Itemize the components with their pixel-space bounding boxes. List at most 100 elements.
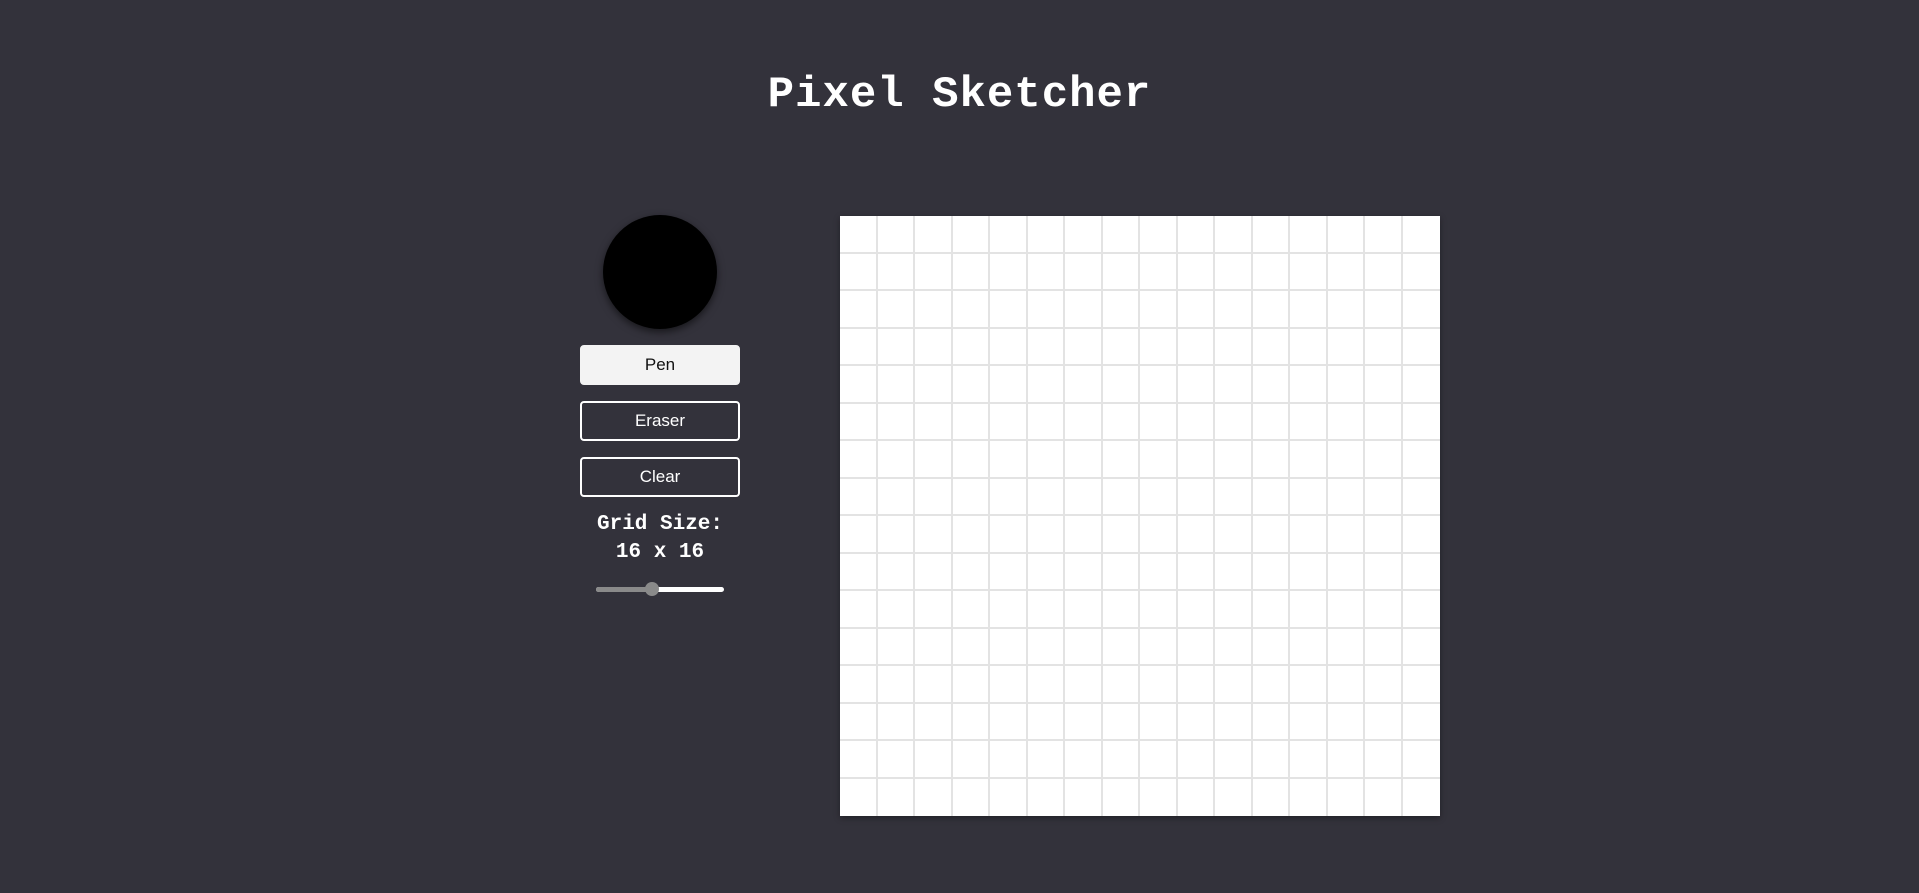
grid-cell[interactable] — [990, 628, 1028, 666]
grid-cell[interactable] — [990, 516, 1028, 554]
grid-cell[interactable] — [877, 441, 915, 479]
grid-cell[interactable] — [1402, 516, 1440, 554]
grid-cell[interactable] — [1290, 516, 1328, 554]
grid-cell[interactable] — [1327, 216, 1365, 254]
grid-cell[interactable] — [952, 216, 990, 254]
grid-cell[interactable] — [1065, 703, 1103, 741]
grid-cell[interactable] — [1365, 216, 1403, 254]
grid-cell[interactable] — [1215, 253, 1253, 291]
grid-cell[interactable] — [1290, 216, 1328, 254]
grid-cell[interactable] — [1252, 328, 1290, 366]
grid-cell[interactable] — [1290, 403, 1328, 441]
grid-cell[interactable] — [915, 328, 953, 366]
grid-cell[interactable] — [1290, 553, 1328, 591]
grid-cell[interactable] — [877, 403, 915, 441]
grid-cell[interactable] — [1402, 253, 1440, 291]
grid-cell[interactable] — [1327, 291, 1365, 329]
grid-cell[interactable] — [990, 591, 1028, 629]
grid-cell[interactable] — [1290, 741, 1328, 779]
grid-cell[interactable] — [952, 328, 990, 366]
grid-cell[interactable] — [1140, 703, 1178, 741]
grid-cell[interactable] — [1027, 253, 1065, 291]
grid-cell[interactable] — [1365, 591, 1403, 629]
grid-cell[interactable] — [990, 253, 1028, 291]
grid-cell[interactable] — [1252, 778, 1290, 816]
grid-cell[interactable] — [1252, 403, 1290, 441]
grid-cell[interactable] — [877, 328, 915, 366]
grid-cell[interactable] — [915, 591, 953, 629]
grid-cell[interactable] — [1252, 478, 1290, 516]
grid-cell[interactable] — [1365, 778, 1403, 816]
grid-cell[interactable] — [840, 216, 878, 254]
grid-cell[interactable] — [1290, 441, 1328, 479]
grid-cell[interactable] — [990, 703, 1028, 741]
grid-cell[interactable] — [1402, 216, 1440, 254]
grid-cell[interactable] — [1402, 778, 1440, 816]
clear-button[interactable]: Clear — [580, 457, 740, 497]
grid-cell[interactable] — [1177, 553, 1215, 591]
grid-cell[interactable] — [1327, 253, 1365, 291]
grid-cell[interactable] — [990, 778, 1028, 816]
grid-cell[interactable] — [1177, 441, 1215, 479]
grid-cell[interactable] — [877, 366, 915, 404]
grid-cell[interactable] — [840, 553, 878, 591]
grid-cell[interactable] — [840, 403, 878, 441]
grid-cell[interactable] — [1290, 328, 1328, 366]
grid-cell[interactable] — [1327, 666, 1365, 704]
grid-cell[interactable] — [877, 553, 915, 591]
grid-cell[interactable] — [915, 778, 953, 816]
grid-cell[interactable] — [1065, 516, 1103, 554]
grid-cell[interactable] — [1365, 553, 1403, 591]
grid-cell[interactable] — [1290, 591, 1328, 629]
grid-cell[interactable] — [1177, 703, 1215, 741]
grid-cell[interactable] — [1365, 441, 1403, 479]
grid-cell[interactable] — [1402, 478, 1440, 516]
grid-cell[interactable] — [840, 741, 878, 779]
grid-cell[interactable] — [1215, 553, 1253, 591]
grid-cell[interactable] — [1215, 216, 1253, 254]
grid-cell[interactable] — [1027, 628, 1065, 666]
grid-cell[interactable] — [840, 591, 878, 629]
grid-cell[interactable] — [877, 478, 915, 516]
grid-cell[interactable] — [1252, 216, 1290, 254]
grid-cell[interactable] — [1065, 216, 1103, 254]
grid-cell[interactable] — [1065, 778, 1103, 816]
grid-cell[interactable] — [877, 291, 915, 329]
grid-cell[interactable] — [1365, 403, 1403, 441]
grid-cell[interactable] — [1402, 291, 1440, 329]
grid-cell[interactable] — [915, 216, 953, 254]
grid-cell[interactable] — [915, 553, 953, 591]
grid-cell[interactable] — [1065, 591, 1103, 629]
grid-cell[interactable] — [1140, 741, 1178, 779]
grid-cell[interactable] — [1402, 741, 1440, 779]
grid-cell[interactable] — [1327, 366, 1365, 404]
grid-cell[interactable] — [990, 403, 1028, 441]
grid-cell[interactable] — [1065, 553, 1103, 591]
grid-cell[interactable] — [1177, 216, 1215, 254]
grid-cell[interactable] — [1177, 741, 1215, 779]
grid-cell[interactable] — [1365, 291, 1403, 329]
grid-cell[interactable] — [840, 366, 878, 404]
grid-cell[interactable] — [915, 628, 953, 666]
grid-cell[interactable] — [1402, 628, 1440, 666]
grid-cell[interactable] — [877, 741, 915, 779]
grid-cell[interactable] — [915, 253, 953, 291]
grid-cell[interactable] — [1065, 441, 1103, 479]
grid-cell[interactable] — [1290, 366, 1328, 404]
grid-cell[interactable] — [1065, 628, 1103, 666]
grid-cell[interactable] — [1365, 666, 1403, 704]
grid-cell[interactable] — [840, 253, 878, 291]
grid-cell[interactable] — [1327, 628, 1365, 666]
grid-cell[interactable] — [1365, 516, 1403, 554]
grid-cell[interactable] — [952, 553, 990, 591]
grid-cell[interactable] — [1027, 516, 1065, 554]
grid-cell[interactable] — [1365, 253, 1403, 291]
grid-cell[interactable] — [1140, 553, 1178, 591]
grid-cell[interactable] — [990, 553, 1028, 591]
grid-cell[interactable] — [1402, 366, 1440, 404]
grid-cell[interactable] — [1102, 516, 1140, 554]
grid-cell[interactable] — [840, 628, 878, 666]
grid-cell[interactable] — [1177, 253, 1215, 291]
grid-cell[interactable] — [1065, 666, 1103, 704]
grid-cell[interactable] — [1177, 478, 1215, 516]
